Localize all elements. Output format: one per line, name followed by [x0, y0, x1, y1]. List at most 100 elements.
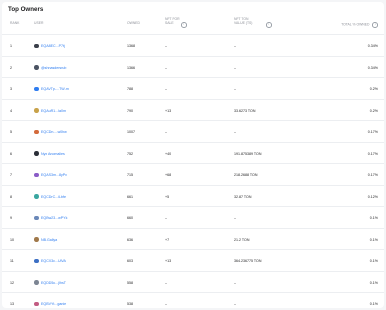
percent-owned-cell: 0.2% — [369, 108, 378, 113]
table-row: 10 NB.Gallya 636 +7 21.2 TON 0.1% — [2, 227, 384, 251]
owned-cell: 603 — [127, 259, 133, 263]
ton-value-cell: – — [234, 65, 236, 70]
owner-link[interactable]: EQBw23...wPYk — [41, 216, 67, 220]
avatar[interactable] — [34, 86, 39, 92]
rank-cell: 12 — [10, 280, 14, 285]
ton-value-cell: – — [234, 216, 236, 220]
ton-value-cell: 32.87 TON — [234, 194, 252, 199]
col-total-owned-label: TOTAL % OWNED — [341, 22, 370, 27]
col-nft-ton-value[interactable]: NFT TON VALUE (TS) — [234, 17, 260, 25]
for-sale-cell: +13 — [165, 259, 172, 263]
rank-cell: 1 — [10, 44, 12, 48]
table-row: 5 EQCDn-...w0hw 1007 – – 0.17% — [2, 120, 384, 143]
info-icon[interactable]: i — [372, 22, 378, 28]
for-sale-cell: – — [165, 44, 167, 48]
owned-cell: 636 — [127, 237, 133, 242]
rank-cell: 4 — [10, 108, 12, 113]
percent-owned-cell: 0.17% — [367, 173, 378, 177]
owner-link[interactable]: EQDD5c...jIhsT — [41, 281, 66, 285]
percent-owned-cell: 0.1% — [369, 280, 378, 285]
info-icon[interactable]: i — [266, 22, 272, 28]
ton-value-cell: 191.875389 TON — [234, 151, 262, 156]
percent-owned-cell: 0.12% — [367, 194, 378, 199]
ton-value-cell: 21.2 TON — [234, 237, 250, 242]
col-nft-for-sale-label: NFT FOR SALE — [165, 17, 180, 25]
table-row: 2 @shnasdersrub 1366 – – 0.34% — [2, 55, 384, 79]
col-total-owned[interactable]: TOTAL % OWNED i — [341, 22, 378, 28]
table-row: 6 Nyx Anomalies 752 +40 191.875389 TON 0.17% — [2, 141, 384, 165]
ton-value-cell: – — [234, 280, 236, 285]
table-row: 9 EQBw23...wPYk 660 – – 0.1% — [2, 206, 384, 229]
avatar[interactable] — [34, 237, 39, 242]
percent-owned-cell: 0.17% — [367, 151, 378, 156]
table-row: 7 EQAS3m...8yPv 715 +68 218.2688 TON 0.17% — [2, 163, 384, 186]
info-icon[interactable]: i — [181, 22, 187, 28]
percent-owned-cell: 0.34% — [367, 44, 378, 48]
for-sale-cell: +68 — [165, 173, 172, 177]
avatar[interactable] — [34, 258, 39, 264]
for-sale-cell: +5 — [165, 194, 170, 199]
for-sale-cell: – — [165, 87, 167, 91]
avatar[interactable] — [34, 43, 39, 49]
owner-link[interactable]: EQCDrC...iLbfe — [41, 195, 66, 199]
avatar[interactable] — [34, 65, 39, 70]
owned-cell: 790 — [127, 108, 133, 113]
rank-cell: 8 — [10, 194, 12, 199]
owned-cell: 788 — [127, 87, 133, 91]
col-owned[interactable]: OWNED — [127, 21, 140, 26]
avatar[interactable] — [34, 108, 39, 113]
owner-link[interactable]: EQAS3m...8yPv — [41, 173, 67, 177]
rank-cell: 6 — [10, 151, 12, 156]
avatar[interactable] — [34, 215, 39, 221]
ton-value-cell: – — [234, 87, 236, 91]
section-title: Top Owners — [8, 6, 44, 13]
percent-owned-cell: 0.17% — [367, 130, 378, 134]
for-sale-cell: – — [165, 130, 167, 134]
owner-link[interactable]: EQCDn-...w0hw — [41, 130, 67, 134]
for-sale-cell: +13 — [165, 108, 172, 113]
rank-cell: 9 — [10, 216, 12, 220]
owner-link[interactable]: @shnasdersrub — [41, 66, 66, 70]
avatar[interactable] — [34, 172, 39, 178]
rank-cell: 7 — [10, 173, 12, 177]
table-row: 12 EQDD5c...jIhsT 558 – – 0.1% — [2, 270, 384, 294]
owned-cell: 538 — [127, 302, 133, 306]
for-sale-cell: – — [165, 302, 167, 306]
owned-cell: 752 — [127, 151, 133, 156]
owner-link[interactable]: NB.Gallya — [41, 238, 57, 242]
rank-cell: 2 — [10, 65, 12, 70]
avatar[interactable] — [34, 301, 39, 307]
percent-owned-cell: 0.34% — [367, 65, 378, 70]
avatar[interactable] — [34, 194, 39, 199]
percent-owned-cell: 0.1% — [369, 237, 378, 242]
ton-value-cell: – — [234, 302, 236, 306]
percent-owned-cell: 0.1% — [369, 302, 378, 306]
owner-link[interactable]: EQA8EC...P7tj — [41, 44, 65, 48]
owned-cell: 1366 — [127, 65, 135, 70]
table-header: RANK USER OWNED NFT FOR SALE i NFT TON V… — [2, 17, 384, 34]
col-rank: RANK — [10, 21, 20, 25]
for-sale-cell: +40 — [165, 151, 172, 156]
rank-cell: 13 — [10, 302, 14, 306]
avatar[interactable] — [34, 280, 39, 285]
owner-link[interactable]: EQAuR1...la0m — [41, 109, 66, 113]
owner-link[interactable]: Nyx Anomalies — [41, 152, 65, 156]
percent-owned-cell: 0.2% — [369, 87, 378, 91]
table-row: 1 EQA8EC...P7tj 1368 – – 0.34% — [2, 34, 384, 57]
for-sale-cell: – — [165, 216, 167, 220]
owner-link[interactable]: EQAVTp-...TW-m — [41, 87, 69, 91]
ton-value-cell: 33.6273 TON — [234, 108, 256, 113]
avatar[interactable] — [34, 151, 39, 156]
for-sale-cell: – — [165, 280, 167, 285]
percent-owned-cell: 0.1% — [369, 216, 378, 220]
ton-value-cell: 364.236775 TON — [234, 259, 262, 263]
ton-value-cell: 218.2688 TON — [234, 173, 258, 177]
percent-owned-cell: 0.1% — [369, 259, 378, 263]
rank-cell: 11 — [10, 259, 14, 263]
owned-cell: 1368 — [127, 44, 135, 48]
owner-link[interactable]: EQCX3c...UiVA — [41, 259, 66, 263]
table-row: 11 EQCX3c...UiVA 603 +13 364.236775 TON 0.1% — [2, 249, 384, 272]
owner-link[interactable]: EQBVYt...ganie — [41, 302, 66, 306]
owned-cell: 558 — [127, 280, 133, 285]
avatar[interactable] — [34, 129, 39, 135]
